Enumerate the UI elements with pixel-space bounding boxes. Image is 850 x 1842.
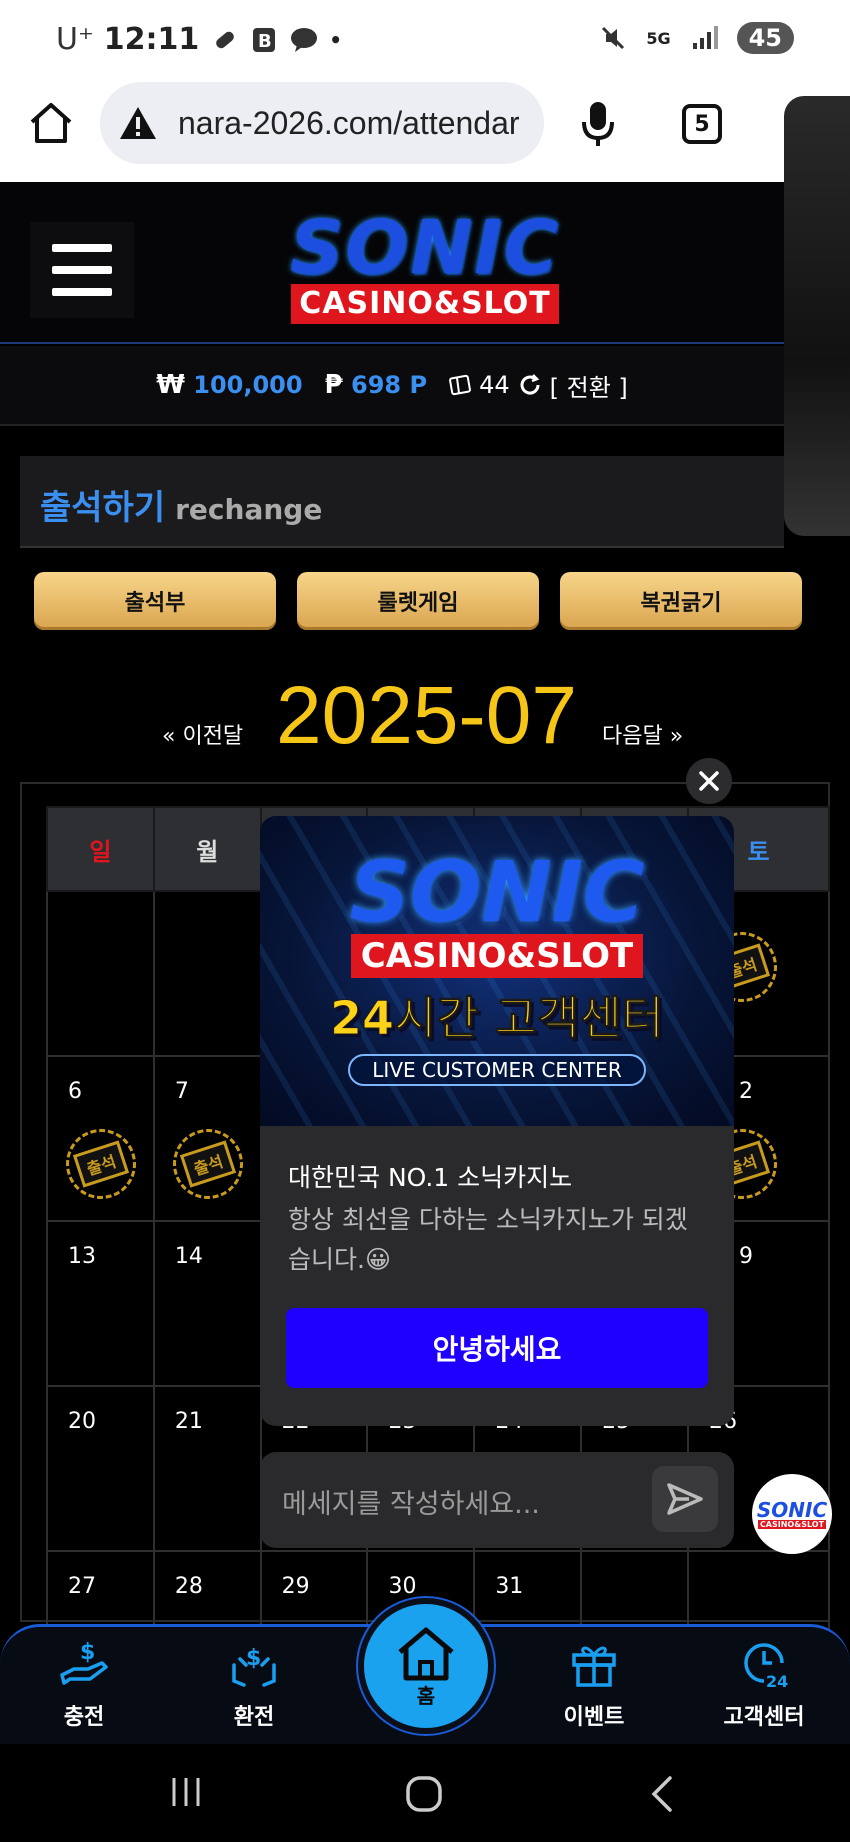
nav-exchange-label: 환전: [233, 1705, 275, 1730]
tab-switcher-button[interactable]: 5: [682, 104, 722, 144]
banner-word: SONIC: [349, 843, 645, 941]
point-balance: ₱ 698 P: [324, 370, 428, 400]
popup-cta-button[interactable]: 안녕하세요: [286, 1308, 708, 1388]
nav-support-label: 고객센터: [723, 1705, 805, 1730]
menu-icon[interactable]: [30, 222, 134, 318]
calendar-day: 7 출석: [152, 1055, 262, 1222]
prev-month-link[interactable]: « 이전달: [162, 718, 243, 750]
month-navigation: « 이전달 2025-07 다음달 »: [0, 666, 850, 766]
nav-exchange[interactable]: $ 환전: [194, 1635, 314, 1731]
site-header: SONIC CASINO&SLOT: [0, 182, 784, 344]
balance-bar: ₩ 100,000 ₱ 698 P 44 [ 전환 ]: [0, 346, 784, 426]
exchange-icon: $: [232, 1646, 276, 1687]
ticket-balance: 44 [ 전환 ]: [449, 368, 628, 403]
carrier-label: U⁺: [56, 22, 94, 57]
page-title: 출석하기 rechange: [20, 456, 784, 548]
nav-event-label: 이벤트: [563, 1705, 625, 1730]
nav-home-label: 홈: [416, 1683, 436, 1708]
system-navigation-bar: [0, 1744, 850, 1842]
send-button[interactable]: [652, 1466, 718, 1532]
weekday-mon: 월: [152, 806, 262, 892]
page-title-en: rechange: [175, 493, 323, 526]
nav-charge-label: 충전: [63, 1705, 105, 1730]
chat-fab-word: SONIC: [756, 1497, 828, 1522]
home-button-icon[interactable]: [404, 1774, 444, 1814]
svg-text:24: 24: [766, 1672, 788, 1691]
clock: 12:11: [103, 22, 200, 57]
site-logo[interactable]: SONIC CASINO&SLOT: [260, 206, 590, 328]
weekday-sun: 일: [46, 806, 155, 892]
gift-icon: [572, 1646, 616, 1687]
browser-toolbar: nara-2026.com/attendar 5: [0, 80, 850, 182]
microphone-icon[interactable]: [580, 100, 616, 148]
calendar-day: 20: [46, 1385, 155, 1552]
calendar-day: 6 출석: [46, 1055, 155, 1222]
calendar-day: 13: [46, 1220, 155, 1387]
nav-charge[interactable]: $ 충전: [24, 1635, 144, 1731]
banner-headline: 24시간 고객센터: [330, 991, 665, 1046]
svg-text:$: $: [80, 1640, 95, 1665]
calendar-day: [152, 890, 262, 1057]
banner-tag: LIVE CUSTOMER CENTER: [348, 1054, 646, 1086]
popup-description: 항상 최선을 다하는 소닉카지노가 되겠습니다.😀: [288, 1205, 688, 1274]
customer-center-popup: SONIC CASINO&SLOT 24시간 고객센터 LIVE CUSTOME…: [260, 816, 734, 1426]
b-app-icon: B: [253, 27, 276, 52]
calendar-day: [46, 890, 155, 1057]
nav-home[interactable]: 홈: [358, 1598, 494, 1734]
tab-lottery[interactable]: 복권긁기: [560, 572, 802, 630]
status-bar: U⁺ 12:11 B • 5G 45: [0, 0, 850, 80]
url-text[interactable]: nara-2026.com/attendar: [178, 105, 520, 142]
mute-icon: [602, 26, 625, 50]
support-24-icon: 24: [744, 1643, 788, 1691]
attendance-stamp-icon: 출석: [56, 1119, 146, 1209]
tab-roulette[interactable]: 룰렛게임: [297, 572, 539, 630]
battery-indicator: 45: [736, 22, 794, 54]
tab-attendance[interactable]: 출석부: [34, 572, 276, 630]
talk-icon: [291, 27, 318, 52]
send-icon: [667, 1483, 703, 1515]
pill-icon: [216, 31, 235, 48]
chat-launcher-button[interactable]: SONIC CASINO&SLOT: [752, 1474, 832, 1554]
logo-word: SONIC: [290, 205, 560, 291]
recent-apps-icon[interactable]: [168, 1774, 204, 1810]
calendar-day: 14: [152, 1220, 262, 1387]
signal-icon: [692, 26, 718, 49]
next-month-link[interactable]: 다음달 »: [602, 718, 683, 750]
side-panel-preview[interactable]: [784, 96, 850, 536]
calendar-day: 21: [152, 1385, 262, 1552]
not-secure-warning-icon[interactable]: [118, 105, 158, 141]
page-title-ko: 출석하기: [40, 488, 166, 528]
popup-title: 대한민국 NO.1 소닉카지노: [288, 1163, 573, 1192]
current-month: 2025-07: [276, 670, 577, 761]
svg-text:B: B: [258, 31, 272, 52]
browser-home-icon[interactable]: [26, 98, 76, 148]
svg-text:$: $: [246, 1646, 261, 1671]
network-label: 5G: [646, 28, 671, 48]
popup-banner-image: SONIC CASINO&SLOT 24시간 고객센터 LIVE CUSTOME…: [260, 816, 734, 1126]
nav-support[interactable]: 24 고객센터: [704, 1635, 824, 1731]
message-input[interactable]: 메세지를 작성하세요...: [282, 1482, 540, 1521]
banner-sub: CASINO&SLOT: [350, 934, 644, 978]
ticket-icon: [449, 374, 472, 396]
chat-message-box: 메세지를 작성하세요...: [260, 1452, 734, 1548]
charge-icon: $: [60, 1640, 108, 1685]
notification-dot: •: [329, 27, 343, 52]
close-icon: [699, 771, 719, 791]
convert-button[interactable]: [ 전환 ]: [550, 368, 628, 403]
chat-fab-sub: CASINO&SLOT: [757, 1519, 827, 1529]
won-balance: ₩ 100,000: [156, 370, 303, 400]
nav-event[interactable]: 이벤트: [534, 1635, 654, 1731]
home-icon: [398, 1627, 454, 1680]
popup-close-button[interactable]: [686, 758, 732, 804]
logo-sub: CASINO&SLOT: [291, 284, 559, 324]
back-icon[interactable]: [648, 1774, 678, 1814]
attendance-stamp-icon: 출석: [163, 1119, 252, 1209]
refresh-icon[interactable]: [518, 373, 542, 397]
address-bar[interactable]: nara-2026.com/attendar: [100, 82, 544, 164]
